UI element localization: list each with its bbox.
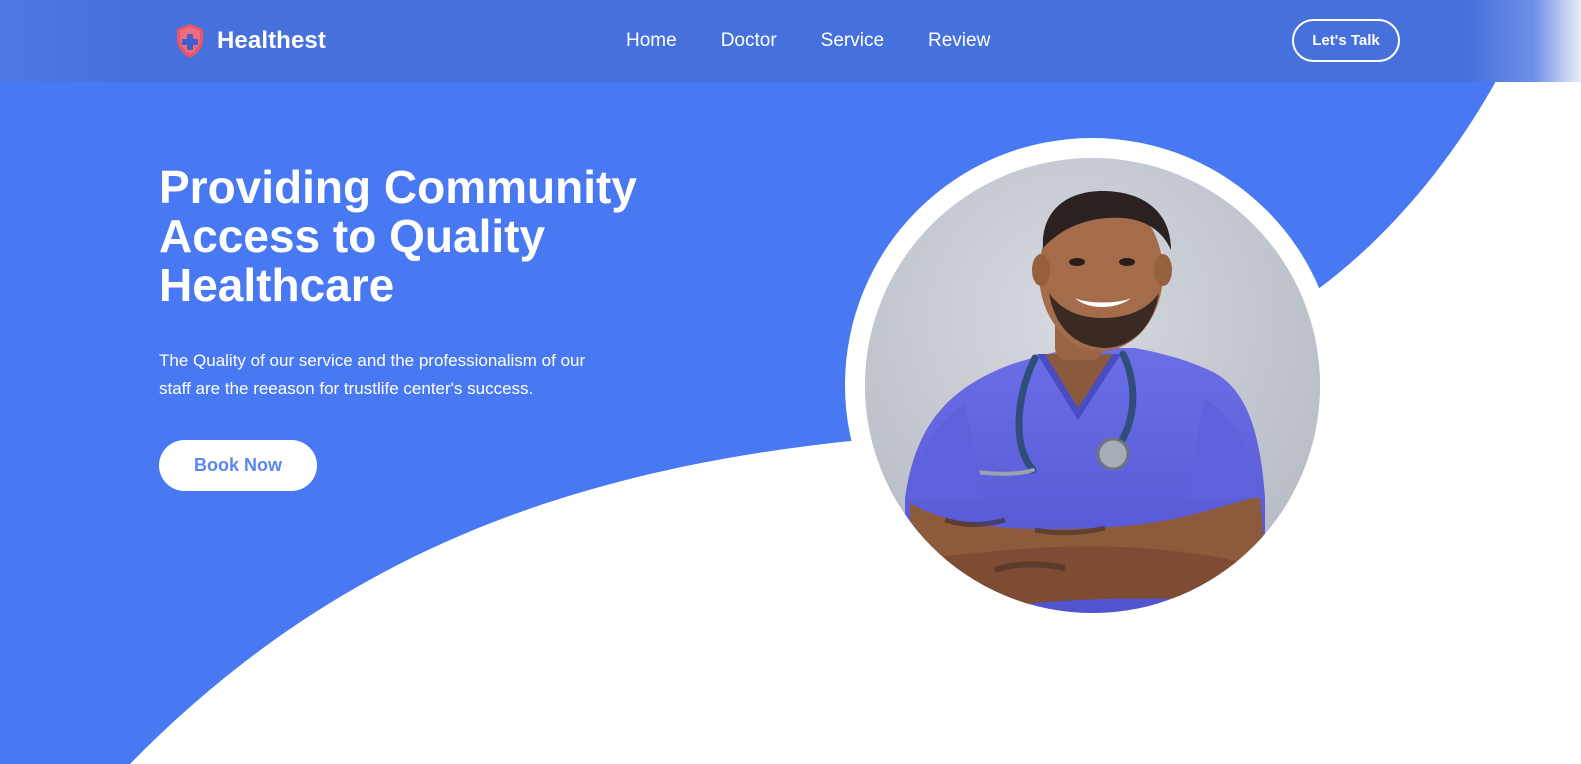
nav-link-doctor[interactable]: Doctor [721, 30, 777, 52]
hero-title-line-1: Providing Community [159, 161, 637, 213]
hero-title: Providing Community Access to Quality He… [159, 163, 679, 310]
hero-subtitle: The Quality of our service and the profe… [159, 347, 629, 403]
main-nav: Home Doctor Service Review [626, 30, 990, 52]
brand[interactable]: Healthest [175, 23, 326, 59]
hero-title-line-2: Access to Quality [159, 210, 546, 262]
hero-title-line-3: Healthcare [159, 259, 395, 311]
lets-talk-button[interactable]: Let's Talk [1292, 19, 1400, 62]
hero-subtitle-line-2: staff are the reeason for trustlife cent… [159, 379, 534, 398]
nav-link-service[interactable]: Service [821, 30, 884, 52]
nav-link-home[interactable]: Home [626, 30, 677, 52]
doctor-illustration [865, 158, 1320, 613]
navbar: Healthest Home Doctor Service Review Let… [0, 0, 1581, 82]
hero-text: Providing Community Access to Quality He… [159, 163, 679, 403]
hero-subtitle-line-1: The Quality of our service and the profe… [159, 351, 586, 370]
doctor-portrait [865, 158, 1320, 613]
shield-cross-icon [177, 24, 203, 58]
portrait-frame [845, 138, 1339, 632]
book-now-button[interactable]: Book Now [159, 440, 317, 491]
brand-name: Healthest [217, 27, 326, 54]
nav-link-review[interactable]: Review [928, 30, 990, 52]
